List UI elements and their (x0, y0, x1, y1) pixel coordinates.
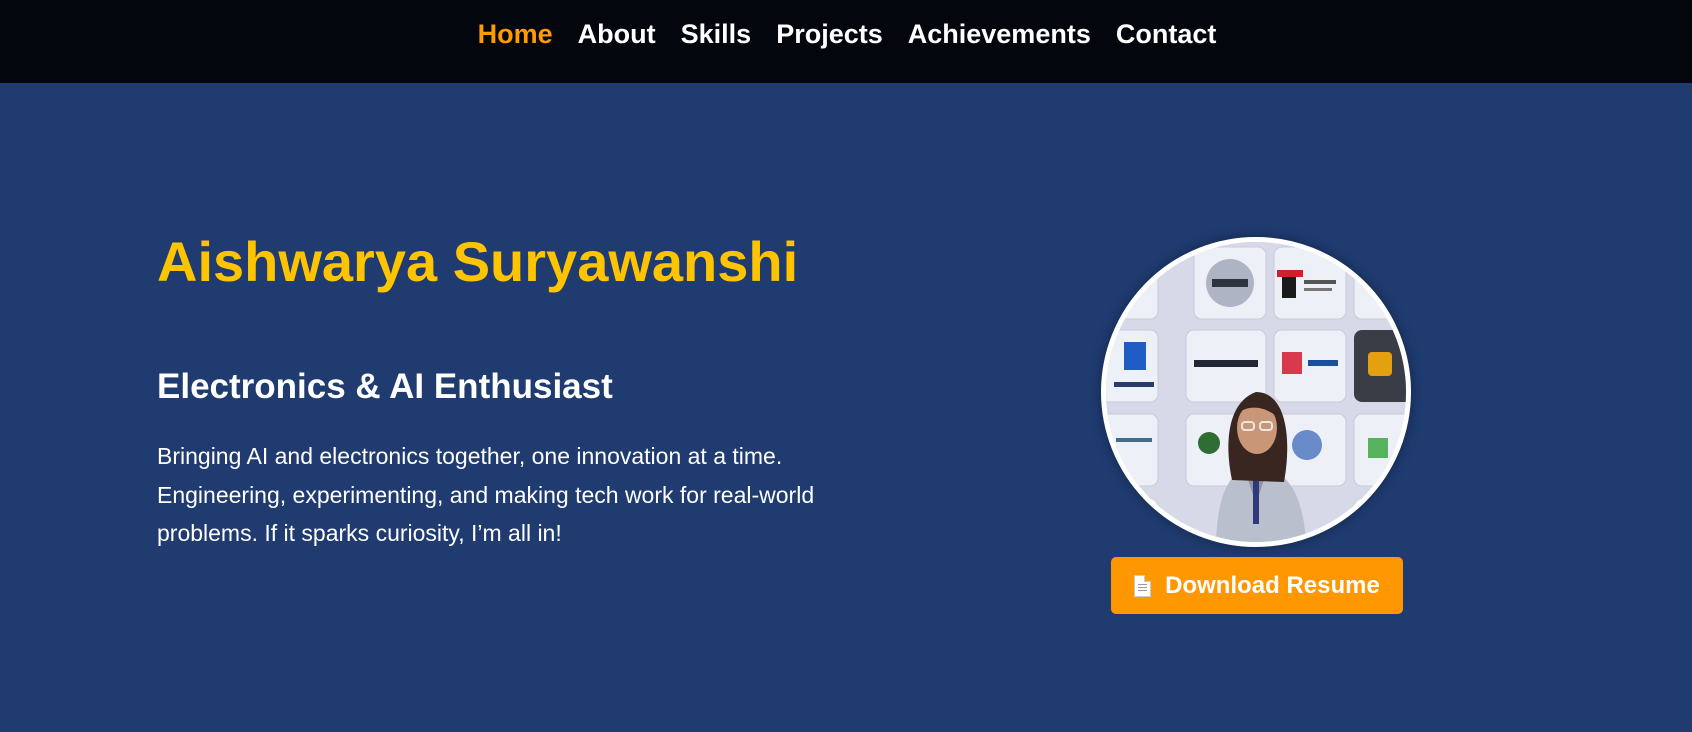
hero-name: Aishwarya Suryawanshi (157, 230, 799, 293)
nav-link-projects[interactable]: Projects (776, 18, 883, 50)
nav-links: Home About Skills Projects Achievements … (478, 18, 1217, 50)
document-icon (1134, 574, 1152, 597)
nav-link-about[interactable]: About (578, 18, 656, 50)
top-navbar: Home About Skills Projects Achievements … (0, 0, 1692, 83)
nav-link-home[interactable]: Home (478, 18, 553, 50)
nav-link-skills[interactable]: Skills (681, 18, 752, 50)
download-resume-button[interactable]: Download Resume (1111, 557, 1403, 614)
nav-link-contact[interactable]: Contact (1116, 18, 1217, 50)
download-resume-label: Download Resume (1165, 571, 1380, 599)
hero-description: Bringing AI and electronics together, on… (157, 443, 815, 546)
profile-photo (1101, 237, 1411, 547)
hero-tagline: Electronics & AI Enthusiast (157, 367, 613, 406)
profile-photo-illustration (1106, 242, 1406, 542)
nav-link-achievements[interactable]: Achievements (908, 18, 1091, 50)
hero-section: Aishwarya Suryawanshi Electronics & AI E… (0, 83, 1692, 732)
